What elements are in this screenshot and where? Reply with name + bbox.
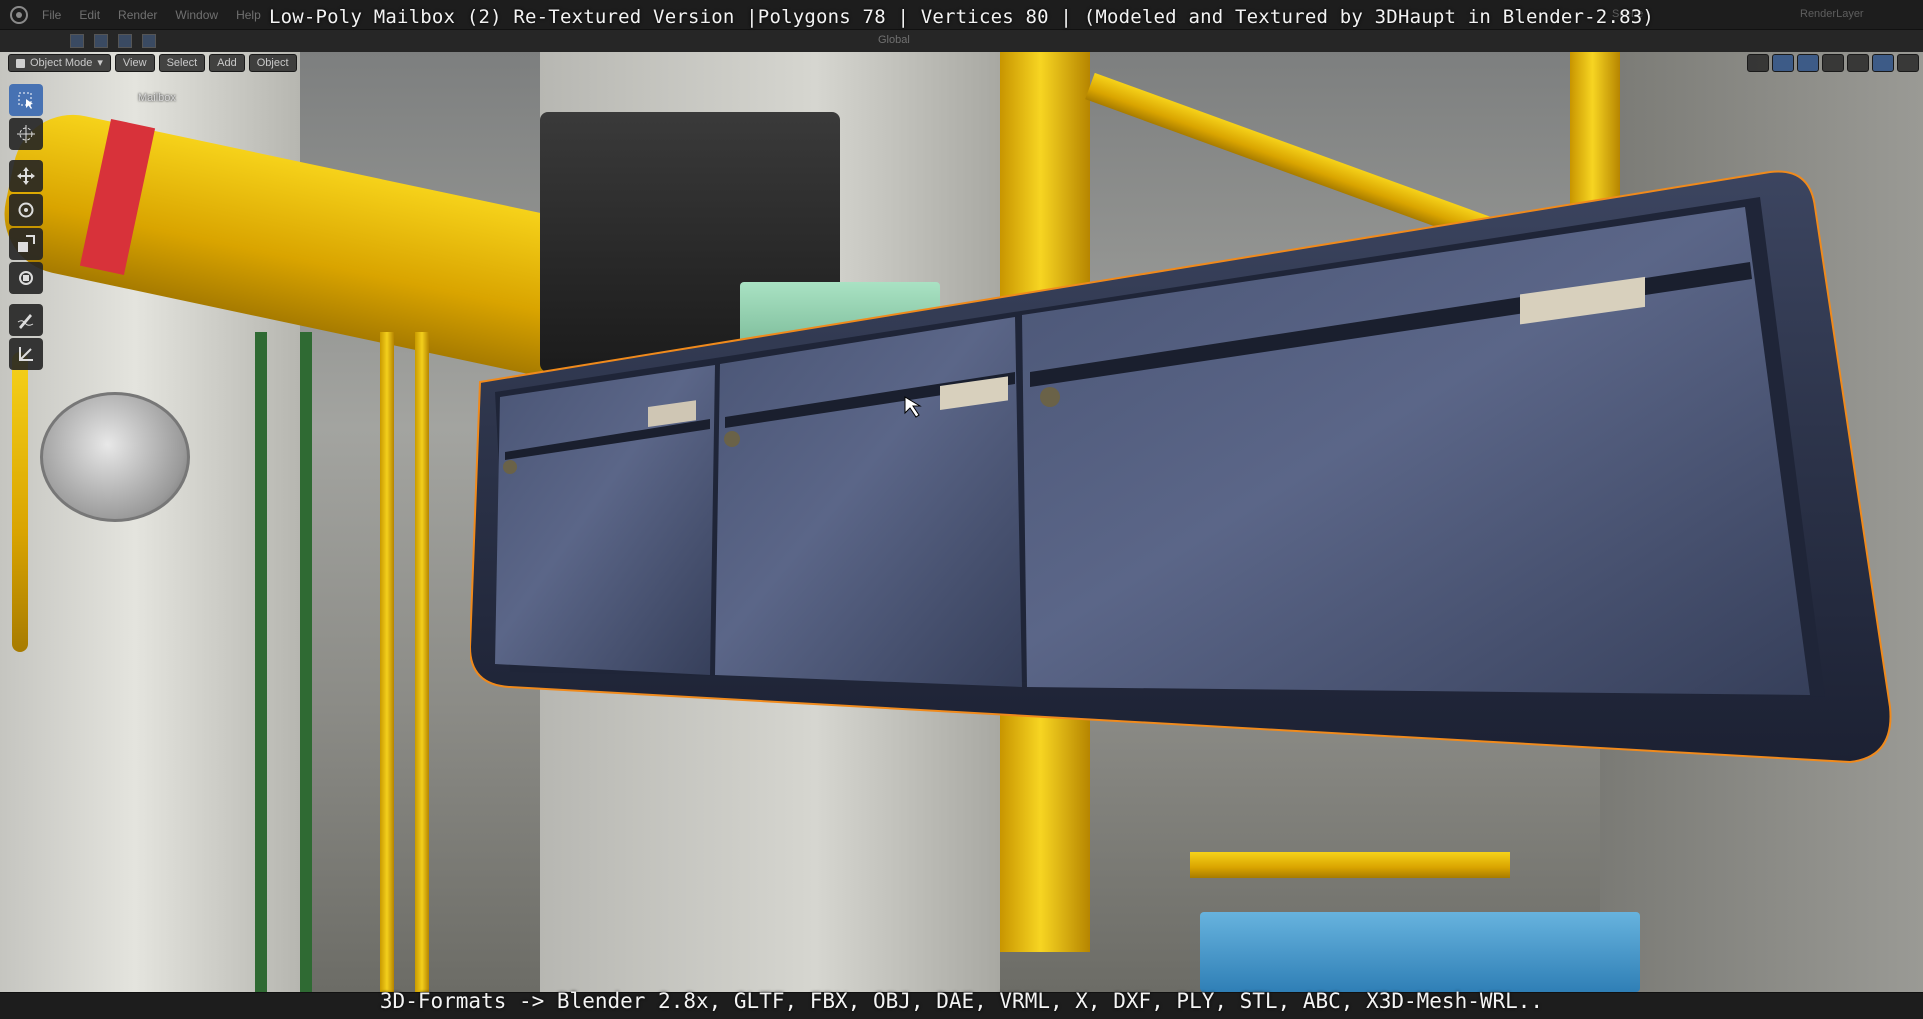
menu-select[interactable]: Select xyxy=(158,54,206,72)
3d-viewport[interactable]: Object Mode ▾ View Select Add Object Mai… xyxy=(0,52,1923,992)
select-box-icon[interactable] xyxy=(9,84,43,116)
viewport-overlay-controls xyxy=(1747,54,1919,72)
select-extend-icon[interactable] xyxy=(94,34,108,48)
shading-material-icon[interactable] xyxy=(1872,54,1894,72)
transform-orientation-dropdown[interactable]: Global xyxy=(878,34,910,46)
shading-rendered-icon[interactable] xyxy=(1897,54,1919,72)
menu-edit[interactable]: Edit xyxy=(79,8,100,22)
object-mode-icon xyxy=(16,58,25,68)
transform-icon[interactable] xyxy=(9,262,43,294)
lock-1 xyxy=(503,460,517,474)
scale-icon[interactable] xyxy=(9,228,43,260)
tool-shelf xyxy=(9,84,43,370)
menu-help[interactable]: Help xyxy=(236,8,261,22)
cursor-icon[interactable] xyxy=(9,118,43,150)
select-invert-icon[interactable] xyxy=(142,34,156,48)
tool-settings-row: Global xyxy=(0,30,1923,52)
menu-view[interactable]: View xyxy=(114,54,155,72)
scene-selector[interactable]: Scene xyxy=(1612,8,1643,20)
ladder-rail-yellow-2 xyxy=(415,332,429,992)
object-mode-dropdown[interactable]: Object Mode ▾ xyxy=(8,54,111,72)
select-mode-icon[interactable] xyxy=(70,34,84,48)
menu-window[interactable]: Window xyxy=(175,8,218,22)
rotate-icon[interactable] xyxy=(9,194,43,226)
menu-add[interactable]: Add xyxy=(209,54,245,72)
pressure-gauge xyxy=(40,392,190,522)
ladder-rail-yellow xyxy=(380,332,394,992)
xray-toggle-icon[interactable] xyxy=(1822,54,1844,72)
measure-icon[interactable] xyxy=(9,338,43,370)
menu-render[interactable]: Render xyxy=(118,8,157,22)
blender-logo-icon[interactable] xyxy=(10,5,28,24)
mailbox-model[interactable] xyxy=(470,167,1900,867)
top-menu-bar: File Edit Render Window Help Scene Rende… xyxy=(0,0,1923,30)
move-icon[interactable] xyxy=(9,160,43,192)
yellow-hose xyxy=(12,352,28,652)
annotate-icon[interactable] xyxy=(9,304,43,336)
blue-equipment xyxy=(1200,912,1640,992)
formats-caption-overlay: 3D-Formats -> Blender 2.8x, GLTF, FBX, O… xyxy=(379,989,1544,1013)
green-ladder-rail xyxy=(255,332,267,992)
overlay-toggle-icon[interactable] xyxy=(1797,54,1819,72)
visibility-icon[interactable] xyxy=(1747,54,1769,72)
select-subtract-icon[interactable] xyxy=(118,34,132,48)
menu-object[interactable]: Object xyxy=(248,54,297,72)
green-ladder-rail-2 xyxy=(300,332,312,992)
object-mode-label: Object Mode xyxy=(30,57,93,69)
shading-solid-icon[interactable] xyxy=(1847,54,1869,72)
menu-file[interactable]: File xyxy=(42,8,61,22)
mailbox-door-2 xyxy=(715,317,1022,687)
lock-3 xyxy=(1040,387,1060,407)
gizmo-toggle-icon[interactable] xyxy=(1772,54,1794,72)
chevron-down-icon: ▾ xyxy=(97,57,103,69)
renderlayer-selector[interactable]: RenderLayer xyxy=(1800,8,1864,20)
viewport-header: Object Mode ▾ View Select Add Object xyxy=(8,54,297,72)
lock-2 xyxy=(724,431,740,447)
object-name-label: Mailbox xyxy=(138,92,176,104)
